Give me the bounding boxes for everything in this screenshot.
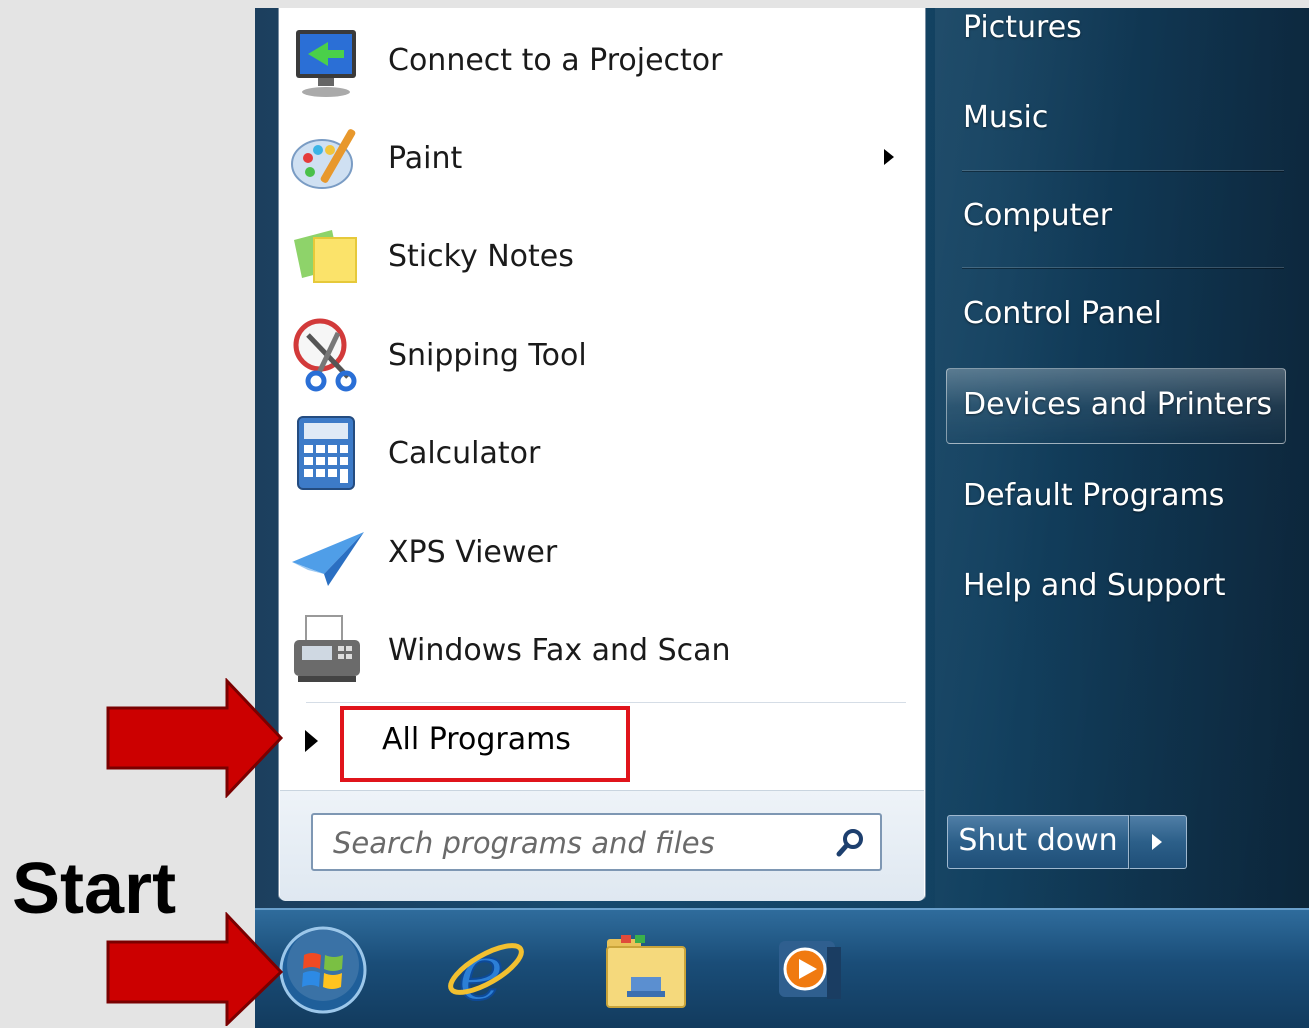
- right-separator: [962, 170, 1284, 172]
- internet-explorer-icon[interactable]: e: [440, 925, 530, 1015]
- shutdown-options-button[interactable]: [1129, 815, 1187, 869]
- program-label: XPS Viewer: [388, 534, 558, 570]
- right-item-help-and-support[interactable]: Help and Support: [963, 568, 1226, 603]
- right-item-pictures[interactable]: Pictures: [963, 10, 1082, 45]
- program-label: Connect to a Projector: [388, 42, 723, 78]
- calculator-icon: [288, 413, 368, 493]
- program-connect-to-a-projector[interactable]: Connect to a Projector: [288, 15, 908, 105]
- search-input[interactable]: [331, 823, 815, 863]
- right-item-computer[interactable]: Computer: [963, 198, 1112, 233]
- search-box[interactable]: [311, 813, 882, 871]
- sticky-notes-icon: [288, 216, 368, 296]
- right-item-default-programs[interactable]: Default Programs: [963, 478, 1224, 513]
- divider: [306, 702, 906, 703]
- paper-plane-icon: [288, 512, 368, 592]
- program-snipping-tool[interactable]: Snipping Tool: [288, 310, 908, 400]
- all-programs-pointer-arrow: [106, 678, 284, 798]
- program-xps-viewer[interactable]: XPS Viewer: [288, 507, 908, 597]
- all-programs-arrow-icon[interactable]: [305, 730, 318, 752]
- program-label: Windows Fax and Scan: [388, 632, 731, 668]
- program-label: Calculator: [388, 435, 541, 471]
- submenu-arrow-icon[interactable]: [884, 149, 894, 165]
- windows-explorer-folder-icon[interactable]: [601, 925, 691, 1015]
- start-pointer-arrow: [106, 912, 284, 1026]
- fax-icon: [288, 610, 368, 690]
- scissors-icon: [288, 315, 368, 395]
- right-item-control-panel[interactable]: Control Panel: [963, 296, 1162, 331]
- shutdown-button[interactable]: Shut down: [947, 815, 1129, 869]
- right-item-devices-and-printers[interactable]: Devices and Printers: [963, 387, 1272, 422]
- program-label: Paint: [388, 140, 463, 176]
- program-label: Snipping Tool: [388, 337, 587, 373]
- right-separator: [962, 267, 1284, 269]
- program-windows-fax-and-scan[interactable]: Windows Fax and Scan: [288, 605, 908, 695]
- program-calculator[interactable]: Calculator: [288, 408, 908, 498]
- search-icon[interactable]: [834, 827, 866, 859]
- program-paint[interactable]: Paint: [288, 113, 908, 203]
- projector-icon: [288, 20, 368, 100]
- right-item-music[interactable]: Music: [963, 100, 1048, 135]
- program-label: Sticky Notes: [388, 238, 574, 274]
- windows-start-orb-icon[interactable]: [278, 925, 368, 1015]
- chevron-right-icon: [1152, 834, 1162, 850]
- media-player-icon[interactable]: [765, 925, 855, 1015]
- program-sticky-notes[interactable]: Sticky Notes: [288, 211, 908, 301]
- paint-palette-icon: [288, 118, 368, 198]
- all-programs-button[interactable]: All Programs: [382, 722, 571, 757]
- svg-text:e: e: [458, 928, 504, 1015]
